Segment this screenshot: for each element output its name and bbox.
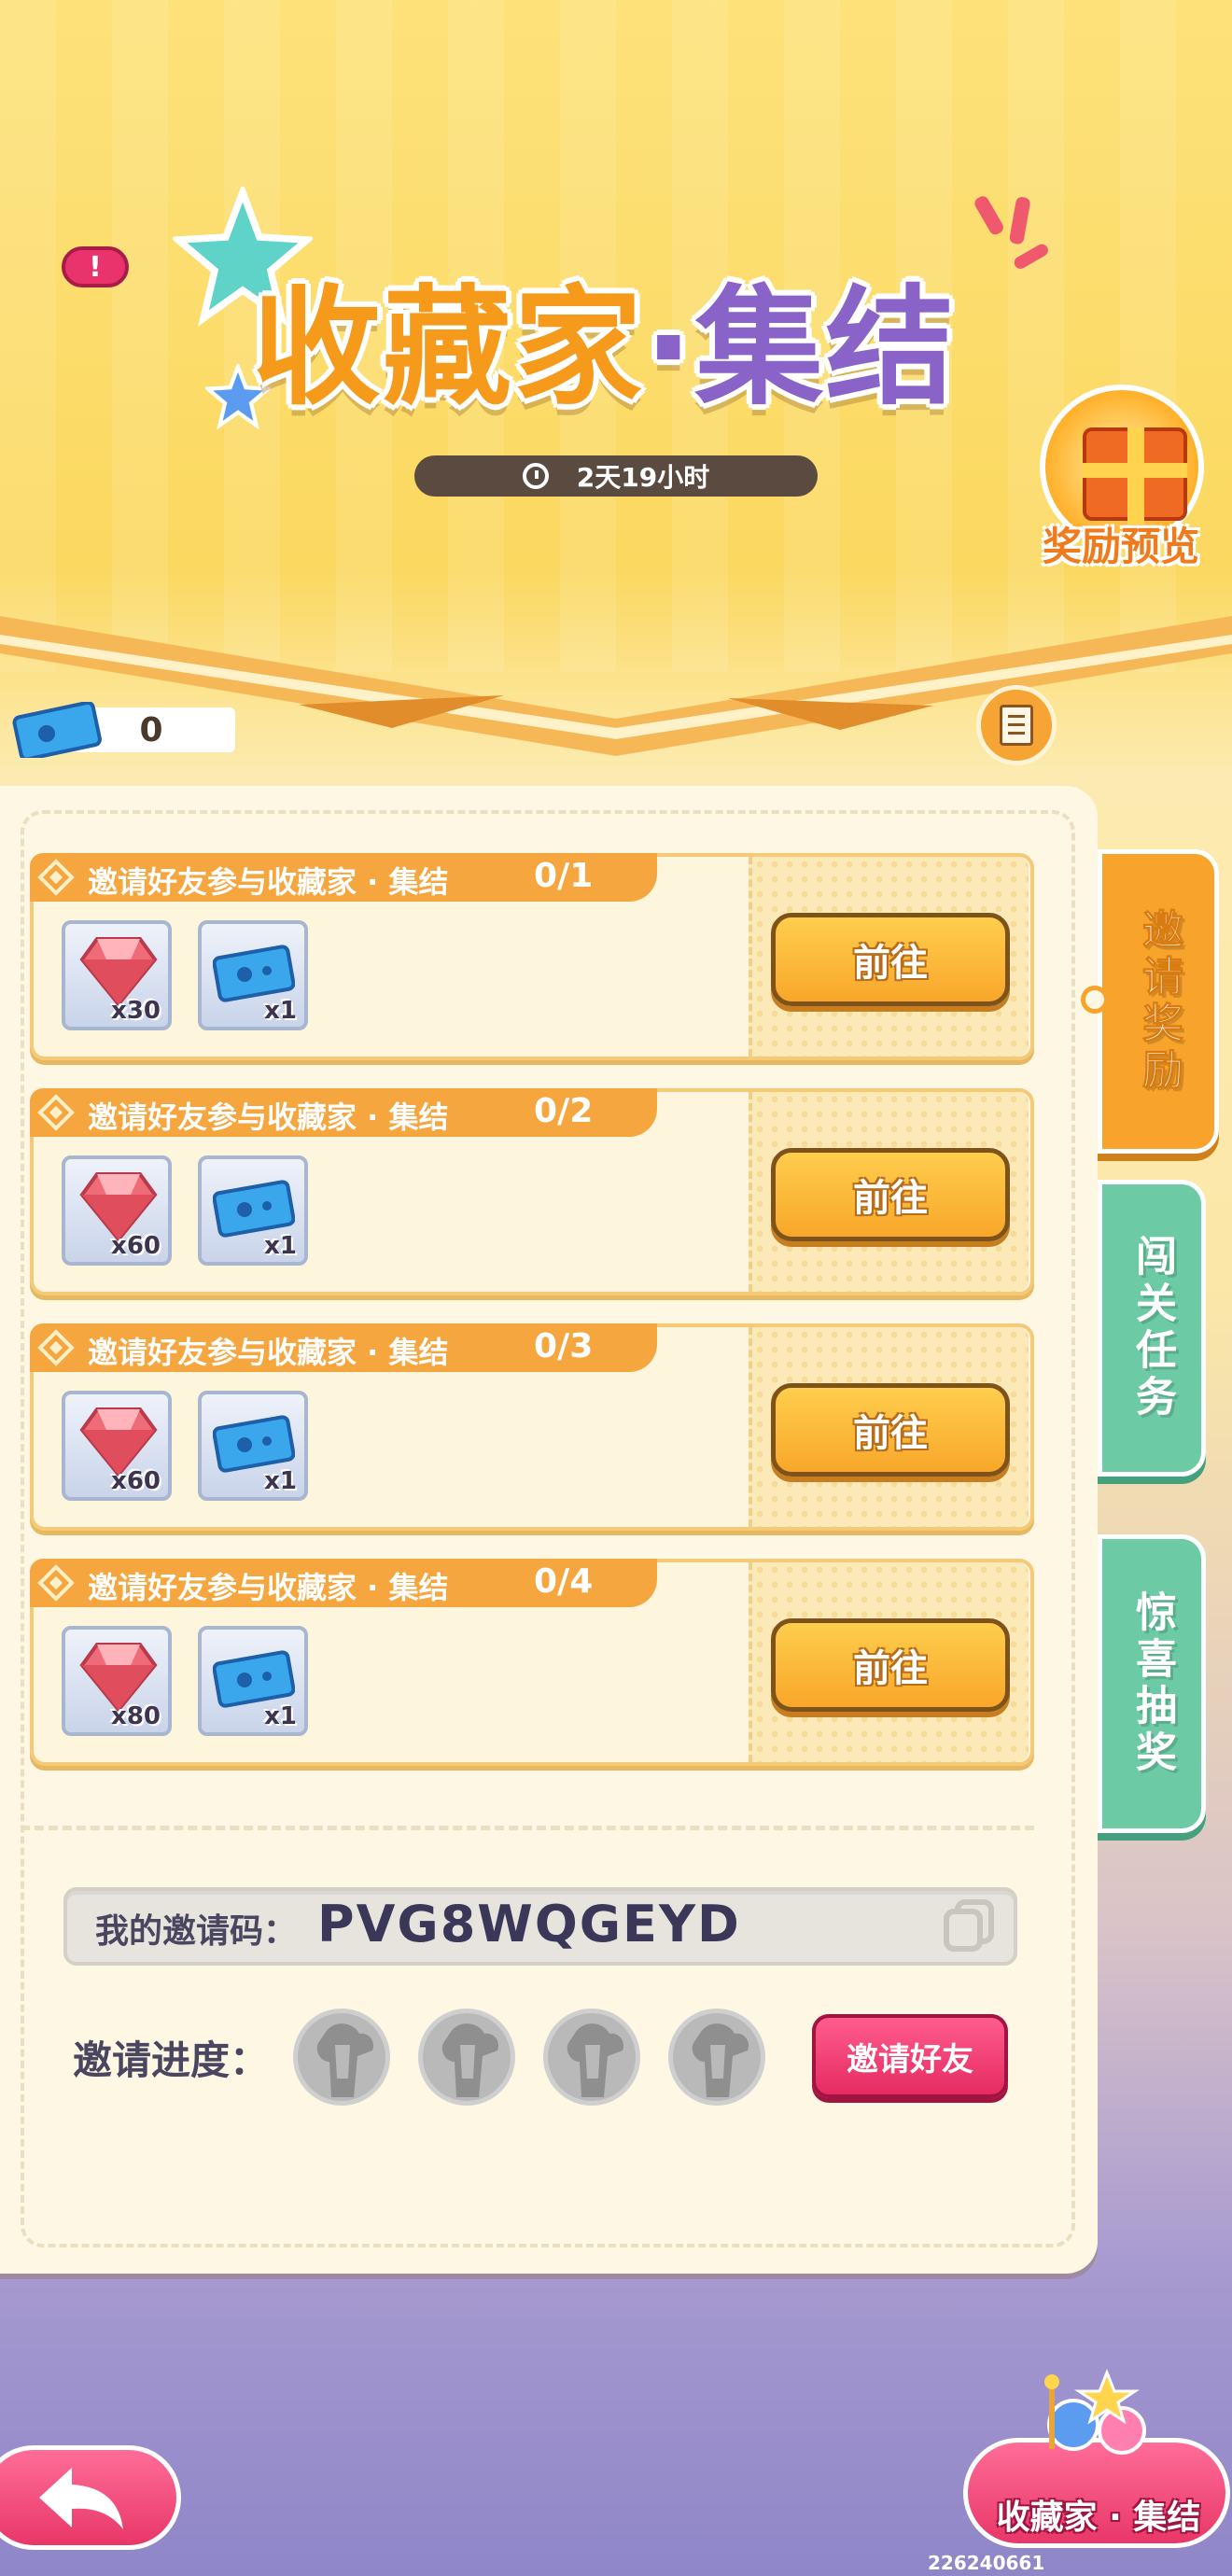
go-button[interactable]: 前往: [771, 1618, 1010, 1712]
title-part-2: 集结: [694, 273, 957, 423]
placeholder-avatar-icon: [316, 2023, 374, 2097]
blue-ticket-icon: [213, 945, 295, 1002]
diamond-icon: [37, 1094, 75, 1131]
task-progress: 0/2: [534, 1092, 594, 1130]
blue-ticket-icon: [213, 1180, 295, 1238]
go-button[interactable]: 前往: [771, 1383, 1010, 1477]
reward-item[interactable]: x80: [62, 1626, 172, 1736]
invite-slot-empty: [293, 2009, 390, 2106]
reward-count: x60: [111, 1467, 161, 1495]
task-card: 邀请好友参与收藏家 · 集结 0/2 x60 x1 前往: [30, 1088, 1034, 1295]
invite-slot-empty: [668, 2009, 765, 2106]
rules-button[interactable]: [976, 685, 1057, 765]
tab-surprise-lottery[interactable]: 惊喜抽奖: [1098, 1534, 1206, 1833]
task-progress: 0/1: [534, 857, 594, 895]
blue-ticket-icon: [12, 702, 102, 758]
reward-count: x1: [264, 1702, 297, 1730]
blue-ticket-icon: [213, 1415, 295, 1473]
back-arrow-icon: [39, 2468, 123, 2529]
tab-label: 邀请奖励: [1135, 908, 1183, 1096]
task-progress: 0/4: [534, 1562, 594, 1601]
task-card: 邀请好友参与收藏家 · 集结 0/3 x60 x1 前往: [30, 1323, 1034, 1531]
tab-label: 惊喜抽奖: [1128, 1590, 1176, 1777]
invite-slot-empty: [418, 2009, 515, 2106]
reward-count: x1: [264, 1232, 297, 1260]
diamond-icon: [37, 859, 75, 896]
task-title: 邀请好友参与收藏家 · 集结: [88, 1099, 449, 1135]
reward-item[interactable]: x30: [62, 920, 172, 1030]
reward-preview-label: 奖励预览: [1042, 524, 1199, 569]
reward-count: x1: [264, 1467, 297, 1495]
reward-count: x30: [111, 997, 161, 1025]
task-title: 邀请好友参与收藏家 · 集结: [88, 1335, 449, 1370]
invite-friends-button[interactable]: 邀请好友: [812, 2014, 1008, 2098]
notes-icon: [1000, 705, 1033, 746]
title-dot: ·: [644, 273, 695, 423]
reward-item[interactable]: x60: [62, 1391, 172, 1501]
reward-preview-button[interactable]: 奖励预览: [1032, 385, 1210, 571]
invite-progress-label: 邀请进度：: [73, 2037, 270, 2083]
invite-code-label: 我的邀请码：: [95, 1912, 298, 1951]
diamond-icon: [37, 1564, 75, 1602]
blue-ticket-icon: [213, 1650, 295, 1708]
back-button[interactable]: [0, 2445, 181, 2550]
task-title: 邀请好友参与收藏家 · 集结: [88, 864, 449, 900]
task-card: 邀请好友参与收藏家 · 集结 0/1 x30 x1 前往: [30, 853, 1034, 1060]
placeholder-avatar-icon: [441, 2023, 499, 2097]
diamond-icon: [37, 1329, 75, 1366]
alert-button[interactable]: !: [62, 246, 129, 287]
event-title: 收藏家·集结: [187, 187, 1027, 429]
task-card: 邀请好友参与收藏家 · 集结 0/4 x80 x1 前往: [30, 1559, 1034, 1766]
reward-item[interactable]: x1: [198, 1391, 308, 1501]
reward-item[interactable]: x1: [198, 1626, 308, 1736]
title-part-1: 收藏家: [252, 273, 645, 423]
reward-item[interactable]: x1: [198, 1155, 308, 1266]
task-title: 邀请好友参与收藏家 · 集结: [88, 1570, 449, 1605]
task-header: 邀请好友参与收藏家 · 集结 0/2: [30, 1088, 657, 1137]
ticket-counter: 0: [11, 702, 235, 758]
invite-code-value: PVG8WQGEYD: [317, 1895, 741, 1953]
go-button[interactable]: 前往: [771, 1148, 1010, 1241]
tab-label: 闯关任务: [1128, 1235, 1176, 1421]
countdown-timer: 2天19小时: [414, 455, 818, 497]
task-header: 邀请好友参与收藏家 · 集结 0/1: [30, 853, 657, 902]
reward-item[interactable]: x60: [62, 1155, 172, 1266]
reward-item[interactable]: x1: [198, 920, 308, 1030]
event-button-label: 收藏家 · 集结: [996, 2499, 1201, 2537]
go-button[interactable]: 前往: [771, 913, 1010, 1006]
invite-slot-empty: [543, 2009, 640, 2106]
alert-icon: !: [89, 250, 102, 284]
user-id: 226240661: [928, 2552, 1045, 2574]
reward-count: x1: [264, 997, 297, 1025]
tab-indicator: [1081, 986, 1109, 1014]
divider: [21, 1826, 1034, 1830]
task-header: 邀请好友参与收藏家 · 集结 0/3: [30, 1323, 657, 1372]
clock-icon: [522, 463, 549, 489]
task-progress: 0/3: [534, 1327, 594, 1365]
countdown-text: 2天19小时: [576, 462, 710, 493]
reward-count: x80: [111, 1702, 161, 1730]
placeholder-avatar-icon: [692, 2023, 749, 2097]
copy-icon[interactable]: [943, 1898, 995, 1953]
reward-count: x60: [111, 1232, 161, 1260]
tab-invite-rewards[interactable]: 邀请奖励: [1098, 849, 1219, 1154]
event-mascot-icon: [1044, 2368, 1146, 2455]
tab-stage-tasks[interactable]: 闯关任务: [1098, 1180, 1206, 1477]
task-header: 邀请好友参与收藏家 · 集结 0/4: [30, 1559, 657, 1607]
placeholder-avatar-icon: [567, 2023, 624, 2097]
